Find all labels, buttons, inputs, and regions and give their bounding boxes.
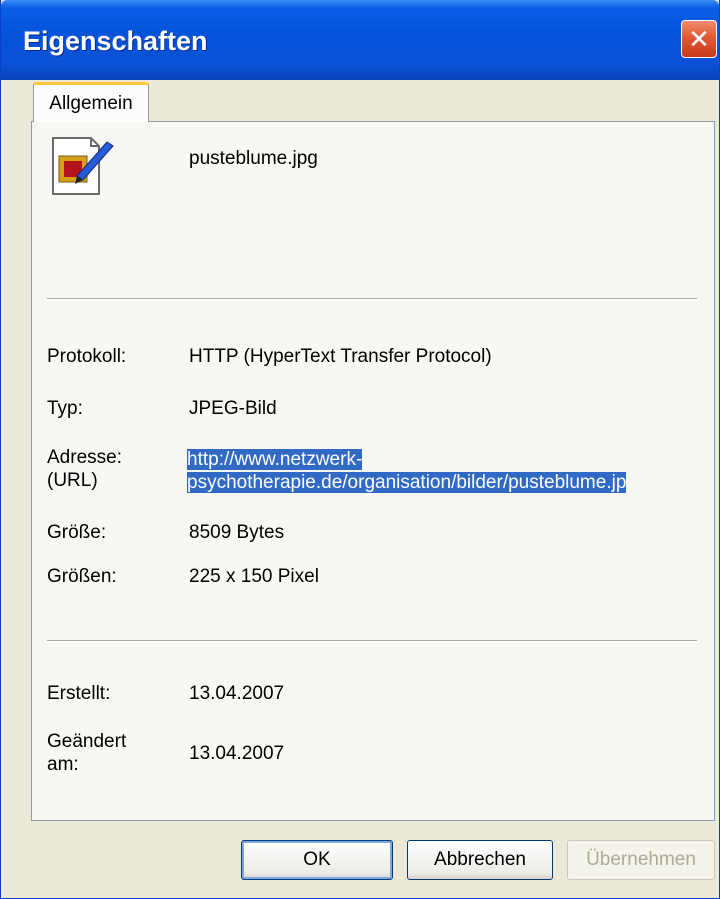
apply-button[interactable]: Übernehmen — [567, 840, 715, 880]
modified-value: 13.04.2007 — [189, 743, 285, 764]
file-name: pusteblume.jpg — [189, 148, 318, 169]
address-url-field[interactable]: http://www.netzwerk- psychotherapie.de/o… — [187, 448, 701, 494]
title-bar[interactable]: Eigenschaften ✕ — [1, 0, 719, 80]
cancel-button[interactable]: Abbrechen — [407, 840, 553, 880]
address-url-line1: http://www.netzwerk- — [187, 449, 363, 470]
separator — [47, 640, 697, 642]
address-label: Adresse: (URL) — [47, 446, 122, 492]
tab-allgemein[interactable]: Allgemein — [33, 82, 149, 122]
created-value: 13.04.2007 — [189, 683, 285, 704]
address-url-line2: psychotherapie.de/organisation/bilder/pu… — [187, 472, 627, 493]
window-title: Eigenschaften — [23, 26, 208, 56]
created-label: Erstellt: — [47, 683, 111, 704]
separator — [47, 298, 697, 300]
size-label: Größe: — [47, 522, 107, 543]
type-value: JPEG-Bild — [189, 398, 277, 419]
ok-button[interactable]: OK — [241, 840, 393, 880]
modified-label: Geändert am: — [47, 730, 126, 776]
protocol-value: HTTP (HyperText Transfer Protocol) — [189, 346, 492, 367]
modified-label-line2: am: — [47, 754, 79, 775]
modified-label-line1: Geändert — [47, 731, 127, 752]
size-value: 8509 Bytes — [189, 522, 285, 543]
properties-dialog: Eigenschaften ✕ Allgemein pusteblume.jpg… — [0, 0, 720, 899]
address-label-line2: (URL) — [47, 470, 98, 491]
type-label: Typ: — [47, 398, 83, 419]
close-icon: ✕ — [688, 24, 710, 54]
address-label-line1: Adresse: — [47, 447, 122, 468]
jpeg-image-file-icon — [52, 137, 114, 195]
protocol-label: Protokoll: — [47, 346, 127, 367]
dimensions-label: Größen: — [47, 566, 117, 587]
dimensions-value: 225 x 150 Pixel — [189, 566, 319, 587]
close-button[interactable]: ✕ — [681, 20, 717, 58]
